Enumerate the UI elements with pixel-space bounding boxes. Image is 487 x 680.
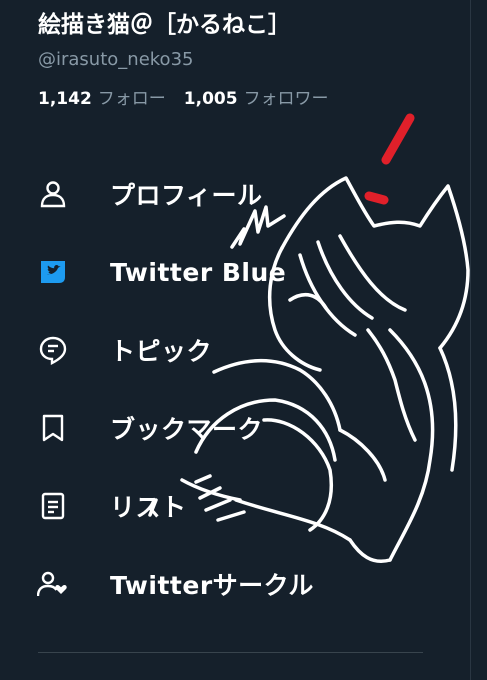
panel-edge-divider bbox=[470, 0, 471, 680]
user-handle: @irasuto_neko35 bbox=[38, 49, 194, 70]
followers-label: フォロワー bbox=[243, 89, 329, 109]
menu-label-lists: リスト bbox=[110, 493, 187, 522]
display-name[interactable]: 絵描き猫＠［かるねこ］ bbox=[38, 10, 457, 40]
side-menu: プロフィール Twitter Blue トピック ブックマーク リスト Twit… bbox=[0, 155, 470, 623]
list-icon bbox=[37, 490, 69, 522]
profile-header: 絵描き猫＠［かるねこ］ @irasuto_neko35 1,142 フォロー 1,0… bbox=[38, 10, 457, 110]
menu-label-topics: トピック bbox=[110, 337, 213, 366]
follow-stats: 1,142 フォロー 1,005 フォロワー bbox=[38, 88, 457, 110]
following-count: 1,142 bbox=[38, 89, 92, 109]
menu-item-twitter-blue[interactable]: Twitter Blue bbox=[0, 233, 470, 311]
following-stat[interactable]: 1,142 フォロー bbox=[38, 89, 184, 109]
menu-item-topics[interactable]: トピック bbox=[0, 311, 470, 389]
menu-label-profile: プロフィール bbox=[110, 181, 263, 210]
bookmark-icon bbox=[37, 412, 69, 444]
menu-label-twitter-blue: Twitter Blue bbox=[110, 257, 287, 287]
menu-item-lists[interactable]: リスト bbox=[0, 467, 470, 545]
twitter-blue-icon bbox=[37, 256, 69, 288]
topics-icon bbox=[37, 334, 69, 366]
menu-item-bookmarks[interactable]: ブックマーク bbox=[0, 389, 470, 467]
circle-people-icon bbox=[37, 568, 69, 600]
menu-label-bookmarks: ブックマーク bbox=[110, 415, 264, 444]
menu-item-twitter-circle[interactable]: Twitterサークル bbox=[0, 545, 470, 623]
menu-divider bbox=[38, 652, 423, 653]
followers-count: 1,005 bbox=[183, 89, 238, 109]
following-label: フォロー bbox=[97, 89, 166, 109]
followers-stat[interactable]: 1,005 フォロワー bbox=[184, 89, 347, 109]
person-icon bbox=[37, 178, 69, 210]
menu-label-twitter-circle: Twitterサークル bbox=[110, 571, 314, 600]
menu-item-profile[interactable]: プロフィール bbox=[0, 155, 470, 233]
